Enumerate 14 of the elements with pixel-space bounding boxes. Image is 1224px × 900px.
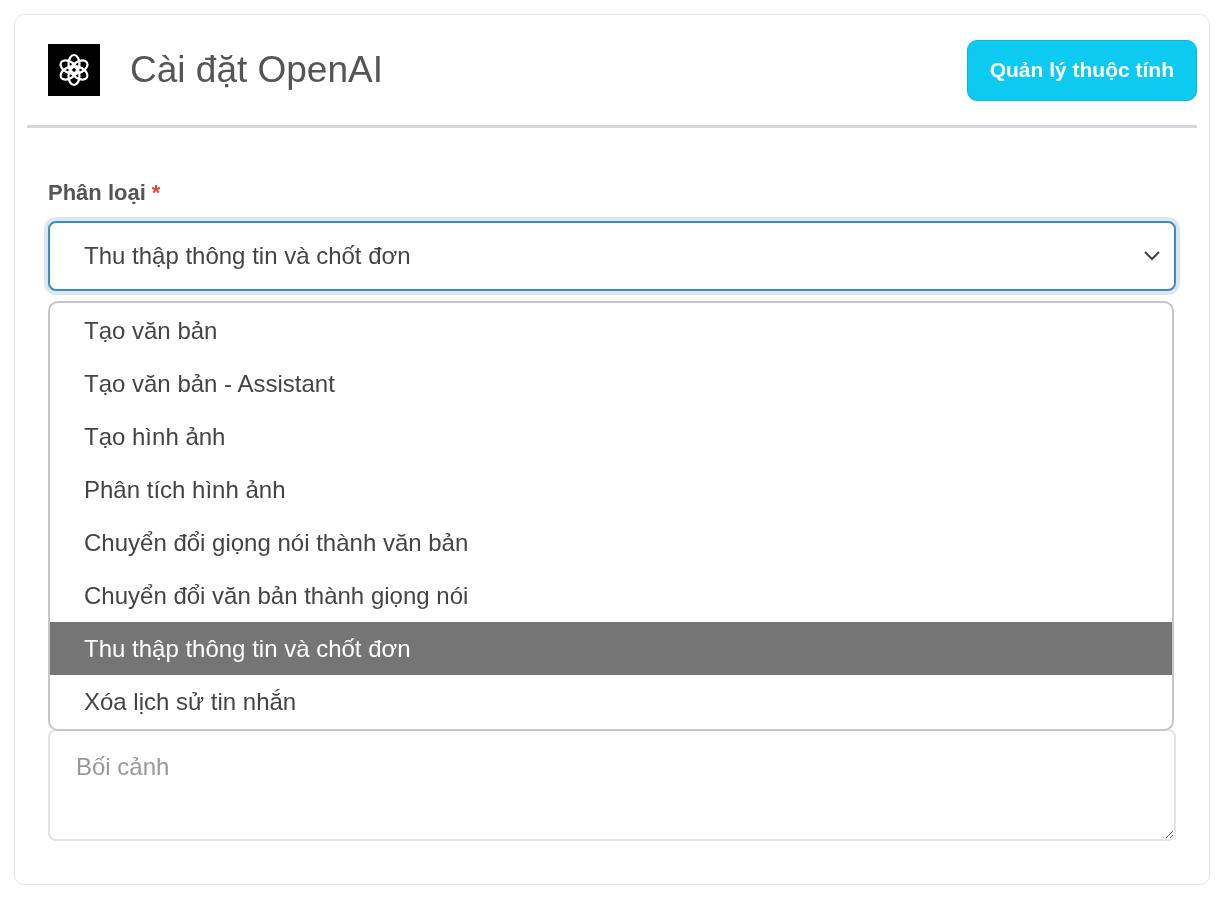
page-title: Cài đặt OpenAI <box>130 48 383 93</box>
context-textarea[interactable]: Bối cảnh <box>48 729 1176 841</box>
logo-icon <box>48 44 100 96</box>
dropdown-option[interactable]: Tạo hình ảnh <box>50 410 1172 463</box>
field-label: Phân loại <box>48 179 146 207</box>
dropdown-option[interactable]: Tạo văn bản <box>50 304 1172 357</box>
dropdown-option[interactable]: Tạo văn bản - Assistant <box>50 357 1172 410</box>
dropdown-option[interactable]: Chuyển đổi văn bản thành giọng nói <box>50 569 1172 622</box>
dropdown-option[interactable]: Phân tích hình ảnh <box>50 463 1172 516</box>
chevron-down-icon <box>1144 251 1160 261</box>
dropdown-option[interactable]: Chuyển đổi giọng nói thành văn bản <box>50 516 1172 569</box>
dropdown-option[interactable]: Thu thập thông tin và chốt đơn <box>50 622 1172 675</box>
required-mark: * <box>151 179 161 207</box>
dropdown-option[interactable]: Xóa lịch sử tin nhắn <box>50 675 1172 728</box>
